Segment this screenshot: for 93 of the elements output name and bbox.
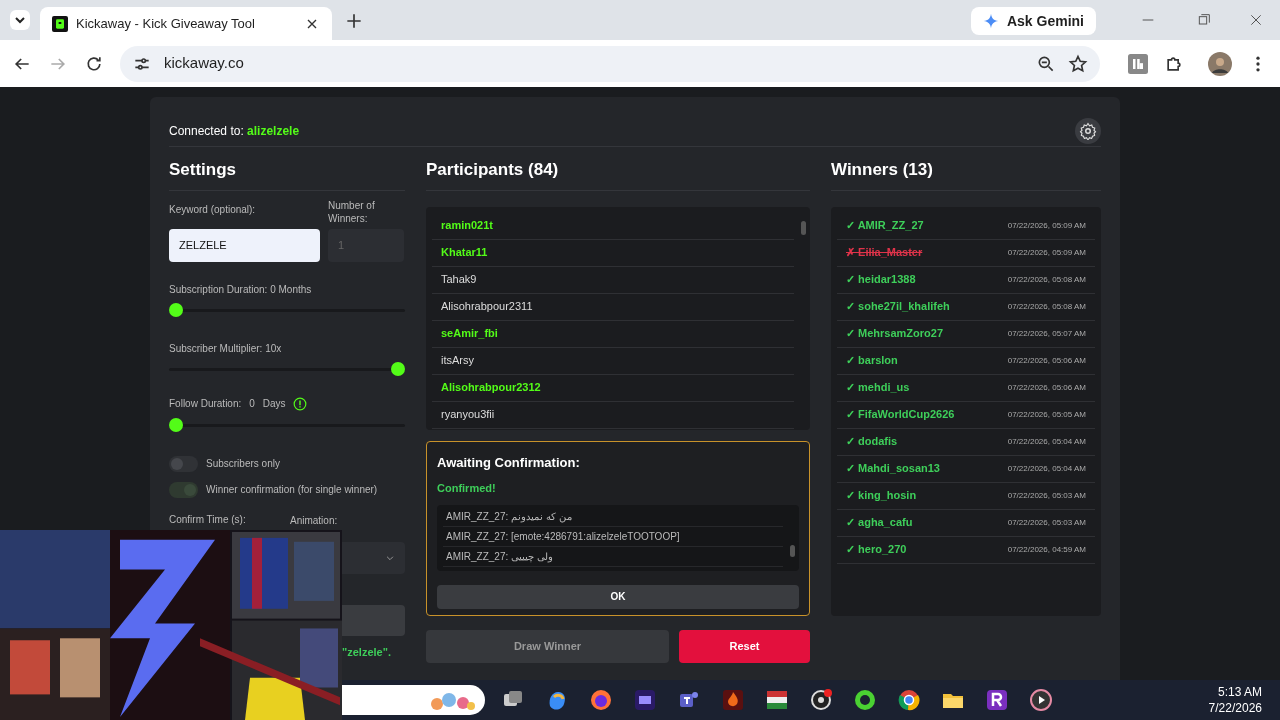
chat-message: AMIR_ZZ_27: ولی چیییی — [443, 546, 783, 567]
participant-name: seAmir_fbi — [432, 320, 794, 348]
tab-title: Kickaway - Kick Giveaway Tool — [76, 14, 256, 33]
win-time: 07/22/2026, 05:03 AM — [1007, 489, 1086, 502]
slider-thumb[interactable] — [169, 417, 183, 432]
win-time: 07/22/2026, 05:03 AM — [1007, 516, 1086, 529]
close-window-icon[interactable] — [1248, 12, 1264, 28]
win-time: 07/22/2026, 05:06 AM — [1007, 354, 1086, 367]
toggle-label: Winner confirmation (for single winner) — [206, 483, 378, 497]
win-time: 07/22/2026, 05:05 AM — [1007, 408, 1086, 421]
taskbar-search-field[interactable] — [342, 685, 485, 715]
confirmation-status: Confirmed! — [437, 481, 497, 496]
winner-name: ✓ MehrsamZoro27 — [846, 326, 944, 342]
win-time: 07/22/2026, 04:59 AM — [1007, 543, 1086, 556]
toggle-label: Subscribers only — [206, 457, 280, 471]
tab-list-button[interactable] — [8, 8, 32, 32]
settings-icon[interactable] — [1075, 117, 1101, 144]
clock-time[interactable]: 5:13 AM — [1217, 684, 1262, 700]
winner-name: ✓ Mahdi_sosan13 — [846, 461, 940, 477]
url-text: kickaway.co — [164, 53, 245, 74]
confirmation-heading: Awaiting Confirmation: — [437, 453, 581, 472]
winner-name: ✓ hero_270 — [846, 542, 907, 558]
winner-name: ✓ heidar1388 — [846, 272, 916, 288]
slider-thumb[interactable] — [169, 302, 183, 317]
browser-tab[interactable]: Kickaway - Kick Giveaway Tool — [40, 7, 332, 40]
keyword-field[interactable]: ZELZELE — [169, 228, 320, 262]
firefox-icon[interactable] — [589, 688, 613, 712]
extension-tile-icon[interactable] — [1128, 53, 1148, 74]
follow-duration-value: 0 — [249, 397, 255, 411]
address-bar[interactable]: kickaway.co — [120, 45, 1100, 82]
new-tab-icon[interactable] — [344, 11, 364, 31]
participant-name: Alisohrabpour2312 — [432, 374, 794, 402]
scrollbar-thumb[interactable] — [801, 220, 806, 235]
win-time: 07/22/2026, 05:08 AM — [1007, 300, 1086, 313]
win-time: 07/22/2026, 05:08 AM — [1007, 273, 1086, 286]
scrollbar-thumb[interactable] — [790, 544, 795, 557]
flame-icon[interactable] — [721, 688, 745, 712]
toggle-switch[interactable] — [169, 455, 198, 472]
participant-name: ramin021t — [432, 212, 794, 240]
clock-date[interactable]: 7/22/2026 — [1208, 700, 1262, 716]
toggle-switch[interactable] — [169, 481, 198, 498]
slider-thumb[interactable] — [391, 361, 405, 376]
ok-button[interactable]: OK — [437, 584, 799, 609]
star-icon[interactable] — [1068, 53, 1088, 74]
winner-name: ✓ barslon — [846, 353, 898, 369]
win-time: 07/22/2026, 05:04 AM — [1007, 435, 1086, 448]
chat-message: AMIR_ZZ_27: [emote:4286791:alizelzeleTOOTOOP] — [443, 526, 783, 547]
win-time: 07/22/2026, 05:07 AM — [1007, 327, 1086, 340]
follow-duration-label: Follow Duration: — [169, 397, 242, 411]
site-favicon-icon — [52, 15, 68, 32]
gauge-icon[interactable] — [853, 688, 877, 712]
participant-name: itsArsy — [432, 347, 794, 375]
winner-name: ✓ agha_cafu — [846, 515, 913, 531]
avatar-icon[interactable] — [1208, 51, 1232, 76]
info-icon[interactable] — [292, 396, 307, 411]
keyword-note: "zelzele". — [342, 644, 392, 660]
restore-icon[interactable] — [1196, 12, 1212, 28]
letter-tile-icon[interactable] — [985, 688, 1009, 712]
winner-name: ✓ sohe27il_khalifeh — [846, 299, 950, 315]
follow-duration-unit: Days — [262, 397, 286, 411]
win-time: 07/22/2026, 05:09 AM — [1007, 219, 1086, 232]
flag-window-icon[interactable] — [765, 688, 789, 712]
slider-label: Subscriber Multiplier: 10x — [169, 341, 283, 356]
participants-heading: Participants (84) — [426, 155, 810, 191]
confirm-time-label: Confirm Time (s): — [169, 512, 247, 527]
winner-name: ✓ king_hosin — [846, 488, 917, 504]
winner-name: ✓ FifaWorldCup2626 — [846, 407, 955, 423]
winner-name: ✓ dodafis — [846, 434, 898, 450]
draw-winner-button[interactable]: Draw Winner — [426, 629, 669, 663]
winner-name: ✗ Eilia_Master — [846, 245, 923, 261]
connection-status: Connected to: alizelzele — [169, 122, 300, 140]
settings-heading: Settings — [169, 155, 405, 191]
participant-name: Alisohrabpour2311 — [432, 293, 794, 321]
keyword-label: Keyword (optional): — [169, 202, 257, 217]
slider-label: Subscription Duration: 0 Months — [169, 282, 313, 297]
winners-heading: Winners (13) — [831, 155, 1101, 191]
animation-label: Animation: — [290, 513, 338, 528]
media-encoder-icon[interactable] — [633, 688, 657, 712]
reset-button[interactable]: Reset — [679, 629, 810, 663]
participant-name: ryanyou3fii — [432, 401, 794, 429]
ask-gemini-button[interactable]: Ask Gemini — [970, 7, 1096, 35]
winner-name: ✓ mehdi_us — [846, 380, 910, 396]
win-time: 07/22/2026, 05:06 AM — [1007, 381, 1086, 394]
winner-name: ✓ AMIR_ZZ_27 — [846, 218, 924, 234]
winners-count-label: Number of Winners: — [328, 198, 376, 225]
participant-name: Tahak9 — [432, 266, 794, 294]
chat-message: AMIR_ZZ_27: من که نمیدونم — [443, 506, 783, 527]
participant-name: Khatar11 — [432, 239, 794, 267]
win-time: 07/22/2026, 05:09 AM — [1007, 246, 1086, 259]
play-icon[interactable] — [1029, 688, 1053, 712]
win-time: 07/22/2026, 05:04 AM — [1007, 462, 1086, 475]
chrome-icon[interactable] — [897, 688, 921, 712]
recorder-icon[interactable] — [809, 688, 833, 712]
